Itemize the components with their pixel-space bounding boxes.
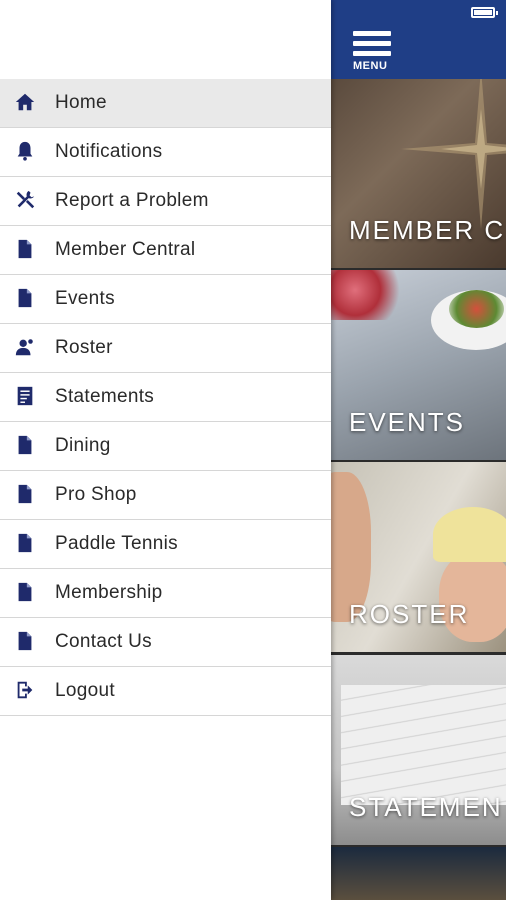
- page-icon: [14, 434, 36, 456]
- navigation-drawer: Home Notifications Report a Problem Memb…: [0, 0, 331, 900]
- top-bar: MENU: [331, 0, 506, 79]
- tile-label: MEMBER C: [349, 215, 506, 245]
- drawer-item-label: Report a Problem: [55, 190, 209, 211]
- drawer-item-contact-us[interactable]: Contact Us: [0, 618, 331, 667]
- page-icon: [14, 630, 36, 652]
- page-icon: [14, 287, 36, 309]
- drawer-item-label: Member Central: [55, 239, 196, 260]
- tile-statements[interactable]: STATEMEN: [331, 655, 506, 845]
- hamburger-icon-bar: [353, 51, 391, 56]
- drawer-item-dining[interactable]: Dining: [0, 422, 331, 471]
- home-icon: [14, 91, 36, 113]
- tile-member-central[interactable]: MEMBER C: [331, 79, 506, 268]
- tools-icon: [14, 189, 36, 211]
- page-icon: [14, 581, 36, 603]
- main-content: MENU MEMBER C EVENTS ROSTER STATEMEN: [331, 0, 506, 900]
- drawer-item-label: Dining: [55, 435, 111, 456]
- page-icon: [14, 532, 36, 554]
- drawer-item-events[interactable]: Events: [0, 275, 331, 324]
- menu-button[interactable]: MENU: [353, 31, 393, 73]
- hamburger-icon-bar: [353, 41, 391, 46]
- tile-events[interactable]: EVENTS: [331, 270, 506, 460]
- drawer-item-label: Roster: [55, 337, 113, 358]
- drawer-item-member-central[interactable]: Member Central: [0, 226, 331, 275]
- drawer-item-label: Pro Shop: [55, 484, 137, 505]
- tile-label: EVENTS: [349, 407, 466, 437]
- drawer-item-membership[interactable]: Membership: [0, 569, 331, 618]
- hamburger-icon: [353, 31, 391, 36]
- page-icon: [14, 483, 36, 505]
- drawer-item-notifications[interactable]: Notifications: [0, 128, 331, 177]
- statement-paper-image: [341, 685, 506, 805]
- battery-icon: [471, 7, 498, 18]
- drawer-item-statements[interactable]: Statements: [0, 373, 331, 422]
- tile-partial[interactable]: [331, 847, 506, 900]
- page-icon: [14, 238, 36, 260]
- compass-star-image: [401, 79, 506, 229]
- drawer-item-home[interactable]: Home: [0, 79, 331, 128]
- logout-icon: [14, 679, 36, 701]
- menu-label: MENU: [353, 60, 388, 72]
- drawer-item-pro-shop[interactable]: Pro Shop: [0, 471, 331, 520]
- drawer-item-roster[interactable]: Roster: [0, 324, 331, 373]
- tile-label: ROSTER: [349, 599, 470, 629]
- tile-roster[interactable]: ROSTER: [331, 462, 506, 652]
- drawer-item-label: Logout: [55, 680, 115, 701]
- tile-label: STATEMEN: [349, 792, 503, 822]
- drawer-item-label: Membership: [55, 582, 163, 603]
- people-icon: [14, 336, 36, 358]
- flower-image: [331, 270, 411, 320]
- bell-icon: [14, 140, 36, 162]
- drawer-item-logout[interactable]: Logout: [0, 667, 331, 716]
- drawer-item-label: Paddle Tennis: [55, 533, 178, 554]
- statement-icon: [14, 385, 36, 407]
- drawer-item-label: Contact Us: [55, 631, 152, 652]
- drawer-item-report-a-problem[interactable]: Report a Problem: [0, 177, 331, 226]
- cap-image: [433, 507, 506, 562]
- drawer-item-label: Notifications: [55, 141, 163, 162]
- food-image: [449, 290, 504, 328]
- drawer-item-label: Statements: [55, 386, 155, 407]
- drawer-item-label: Events: [55, 288, 115, 309]
- drawer-item-label: Home: [55, 92, 107, 113]
- drawer-item-paddle-tennis[interactable]: Paddle Tennis: [0, 520, 331, 569]
- drawer-menu-list: Home Notifications Report a Problem Memb…: [0, 79, 331, 716]
